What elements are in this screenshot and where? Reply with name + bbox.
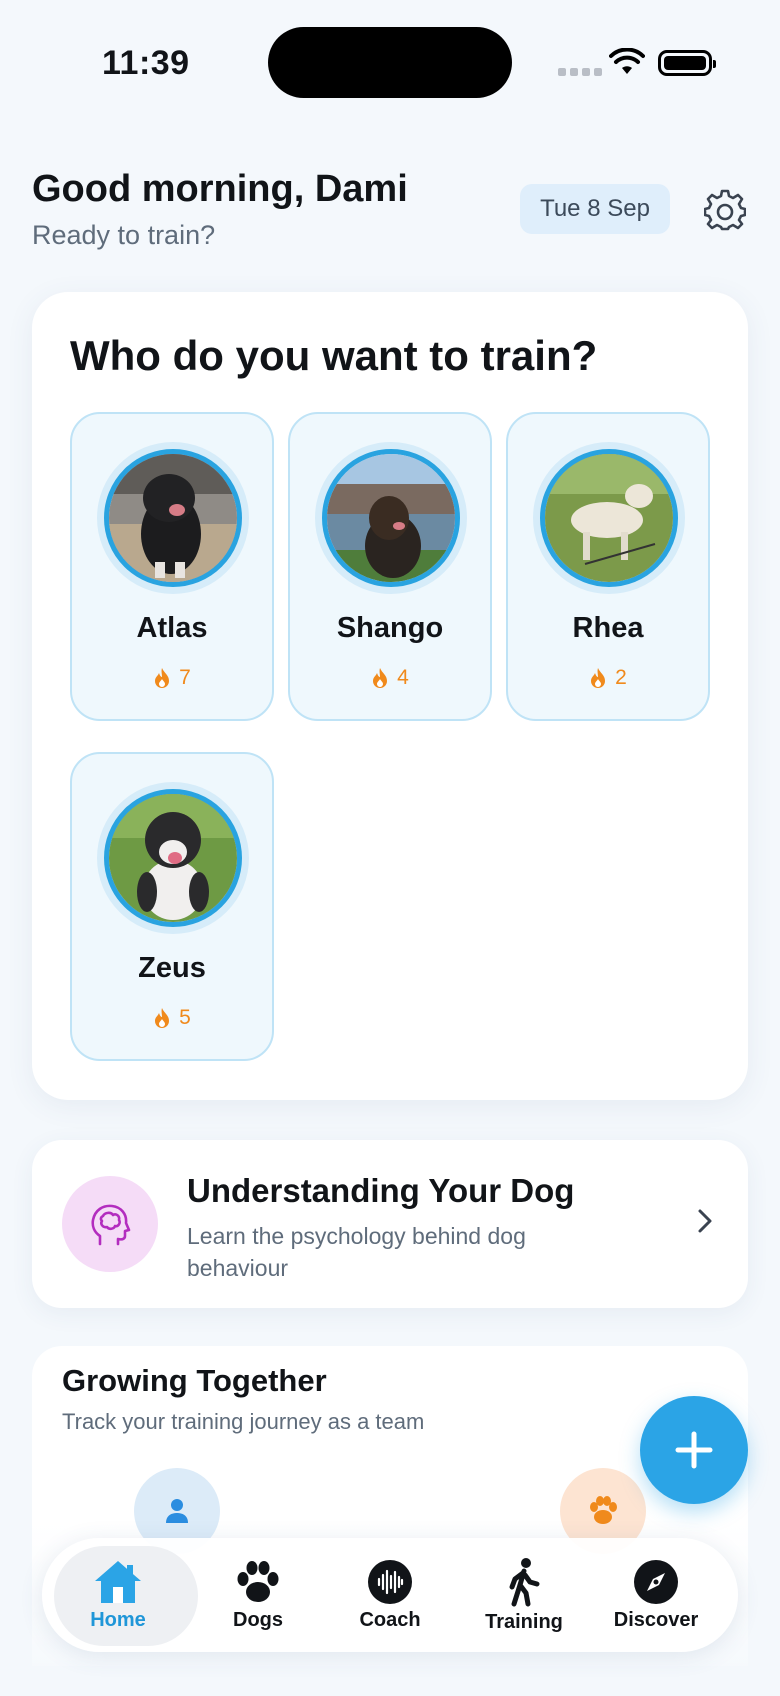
dog-tile-zeus[interactable]: Zeus 5: [70, 752, 274, 1061]
cellular-signal-icon: [558, 68, 602, 76]
brain-icon-circle: [62, 1176, 158, 1272]
flame-icon: [591, 668, 606, 688]
dog-name: Atlas: [136, 612, 208, 644]
tab-label: Coach: [359, 1608, 421, 1631]
dog-photo-shango: [322, 449, 460, 587]
understanding-title: Understanding Your Dog: [187, 1172, 575, 1209]
paw-icon: [590, 1496, 617, 1524]
greeting-title: Good morning, Dami: [32, 168, 408, 210]
streak-count: 4: [290, 666, 490, 690]
dog-photo-atlas: [104, 449, 242, 587]
add-button[interactable]: [640, 1396, 748, 1504]
tab-label: Discover: [613, 1608, 699, 1631]
flame-icon: [155, 1008, 170, 1028]
tab-label: Home: [90, 1608, 146, 1631]
streak-value: 4: [397, 666, 409, 689]
wifi-icon: [609, 48, 645, 74]
streak-value: 7: [179, 666, 191, 689]
streak-value: 2: [615, 666, 627, 689]
understanding-your-dog-card[interactable]: Understanding Your Dog Learn the psychol…: [32, 1140, 748, 1308]
tab-coach[interactable]: Coach: [320, 1538, 460, 1652]
dog-tile-shango[interactable]: Shango 4: [288, 412, 492, 721]
train-dog-card: Who do you want to train? Atlas 7 Shango…: [32, 292, 748, 1100]
date-badge[interactable]: Tue 8 Sep: [520, 184, 670, 234]
tab-home[interactable]: Home: [48, 1538, 198, 1652]
paw-icon: [237, 1560, 279, 1602]
person-icon: [166, 1499, 188, 1523]
streak-value: 5: [179, 1006, 191, 1029]
dynamic-island: [268, 27, 512, 98]
status-bar: 11:39: [0, 0, 780, 120]
gear-icon[interactable]: [704, 189, 746, 231]
greeting-subtitle: Ready to train?: [32, 220, 216, 250]
home-icon: [95, 1560, 141, 1603]
voice-wave-icon: [368, 1559, 412, 1604]
tab-training[interactable]: Training: [454, 1538, 594, 1652]
dog-name: Zeus: [138, 952, 206, 984]
tab-dogs[interactable]: Dogs: [188, 1538, 328, 1652]
streak-count: 2: [508, 666, 708, 690]
dog-tile-rhea[interactable]: Rhea 2: [506, 412, 710, 721]
flame-icon: [373, 668, 388, 688]
brain-head-icon: [91, 1204, 131, 1246]
dog-avatar-ring: [315, 442, 467, 594]
streak-count: 7: [72, 666, 272, 690]
dog-name: Rhea: [572, 612, 644, 644]
dog-avatar-ring: [533, 442, 685, 594]
tab-bar: Home Dogs Coach Training Discover: [42, 1538, 738, 1652]
growing-subtitle: Track your training journey as a team: [62, 1409, 425, 1434]
tab-label: Dogs: [233, 1608, 283, 1631]
dog-tile-atlas[interactable]: Atlas 7: [70, 412, 274, 721]
tab-discover[interactable]: Discover: [586, 1538, 726, 1652]
flame-icon: [155, 668, 170, 688]
streak-count: 5: [72, 1006, 272, 1030]
dog-avatar-ring: [97, 442, 249, 594]
chevron-right-icon: [698, 1209, 712, 1233]
dog-avatar-ring: [97, 782, 249, 934]
plus-icon: [675, 1431, 713, 1469]
walking-person-icon: [509, 1557, 540, 1606]
battery-icon: [658, 50, 716, 76]
tab-label: Training: [485, 1610, 563, 1633]
compass-icon: [634, 1559, 678, 1604]
growing-title: Growing Together: [62, 1363, 327, 1398]
train-card-title: Who do you want to train?: [70, 332, 598, 379]
dog-name: Shango: [336, 612, 444, 644]
understanding-subtitle: Learn the psychology behind dog behaviou…: [187, 1223, 526, 1281]
status-time: 11:39: [102, 44, 190, 82]
dog-photo-rhea: [540, 449, 678, 587]
dog-photo-zeus: [104, 789, 242, 927]
